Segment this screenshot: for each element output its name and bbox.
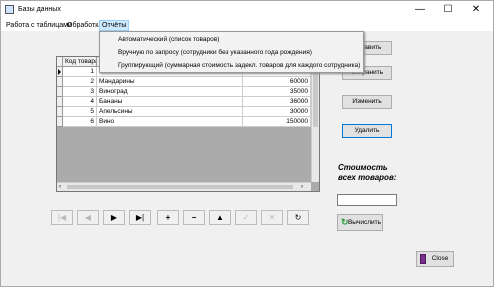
app-icon (5, 5, 14, 14)
nav-delete-icon[interactable]: − (183, 210, 205, 225)
nav-next-icon[interactable]: ▶ (103, 210, 125, 225)
calculate-button[interactable]: ↻ Вычислить (337, 214, 383, 231)
total-cost-label: Стоимость всех товаров: (338, 163, 397, 182)
nav-last-icon[interactable]: ▶| (129, 210, 151, 225)
nav-post-icon[interactable]: ✓ (235, 210, 257, 225)
table-cell[interactable]: Апельсины (97, 107, 243, 117)
refresh-icon: ↻ (341, 217, 349, 227)
nav-prior-icon[interactable]: ◀ (77, 210, 99, 225)
menu-item-grouping-report[interactable]: Группирующий (суммарная стоимость задекл… (118, 60, 360, 72)
horizontal-scrollbar[interactable]: ‹ › (57, 182, 311, 191)
reports-dropdown: Автоматический (список товаров) Вручную … (99, 31, 364, 73)
data-grid[interactable]: Код товара Н 1 Хлеб 2 Мандарины 60000 3 … (56, 56, 320, 192)
edit-button[interactable]: Изменить (342, 95, 392, 109)
nav-refresh-icon[interactable]: ↻ (287, 210, 309, 225)
scroll-right-icon[interactable]: › (301, 184, 303, 190)
app-window: Базы данных — ☐ ✕ Работа с таблицами Обр… (0, 0, 494, 287)
delete-button[interactable]: Удалить (342, 124, 392, 138)
table-cell[interactable]: 36000 (243, 97, 311, 107)
table-cell[interactable]: 5 (63, 107, 97, 117)
column-header-code[interactable]: Код товара (63, 57, 97, 67)
close-button[interactable]: Close (416, 251, 454, 267)
table-cell[interactable]: 35000 (243, 87, 311, 97)
maximize-icon[interactable]: ☐ (434, 3, 462, 17)
table-cell[interactable]: 4 (63, 97, 97, 107)
menu-reports[interactable]: Отчёты (99, 20, 130, 31)
menu-item-auto-report[interactable]: Автоматический (список товаров) (118, 34, 219, 46)
grid-area: Код товара Н 1 Хлеб 2 Мандарины 60000 3 … (57, 57, 311, 182)
menu-item-manual-report[interactable]: Вручную по запросу (сотрудники без указа… (118, 47, 312, 59)
table-cell[interactable]: Бананы (97, 97, 243, 107)
menu-bar: Работа с таблицами Обработка Отчёты (1, 19, 493, 31)
close-icon[interactable]: ✕ (462, 3, 490, 17)
nav-edit-icon[interactable]: ▲ (209, 210, 231, 225)
table-cell[interactable]: 3 (63, 87, 97, 97)
nav-first-icon[interactable]: |◀ (51, 210, 73, 225)
scroll-left-icon[interactable]: ‹ (59, 184, 61, 190)
scroll-thumb[interactable] (67, 185, 293, 189)
table-cell[interactable]: 60000 (243, 77, 311, 87)
table-cell[interactable]: 150000 (243, 117, 311, 127)
table-cell[interactable]: Мандарины (97, 77, 243, 87)
minimize-icon[interactable]: — (406, 3, 434, 17)
nav-insert-icon[interactable]: + (157, 210, 179, 225)
close-label: Close (431, 255, 449, 262)
table-cell[interactable]: 2 (63, 77, 97, 87)
calculate-label: Вычислить (347, 219, 382, 226)
table-cell[interactable]: 6 (63, 117, 97, 127)
table-cell[interactable]: Вино (97, 117, 243, 127)
vertical-scrollbar[interactable] (311, 57, 319, 182)
table-cell[interactable]: 1 (63, 67, 97, 77)
total-cost-field[interactable] (337, 194, 397, 206)
title-bar: Базы данных — ☐ ✕ (1, 1, 493, 19)
table-cell[interactable]: Виноград (97, 87, 243, 97)
menu-tables[interactable]: Работа с таблицами (4, 20, 74, 31)
window-title: Базы данных (18, 6, 61, 13)
table-cell[interactable]: 30000 (243, 107, 311, 117)
db-navigator: |◀ ◀ ▶ ▶| + − ▲ ✓ ✕ ↻ (51, 210, 321, 225)
door-icon (420, 254, 426, 264)
nav-cancel-icon[interactable]: ✕ (261, 210, 283, 225)
